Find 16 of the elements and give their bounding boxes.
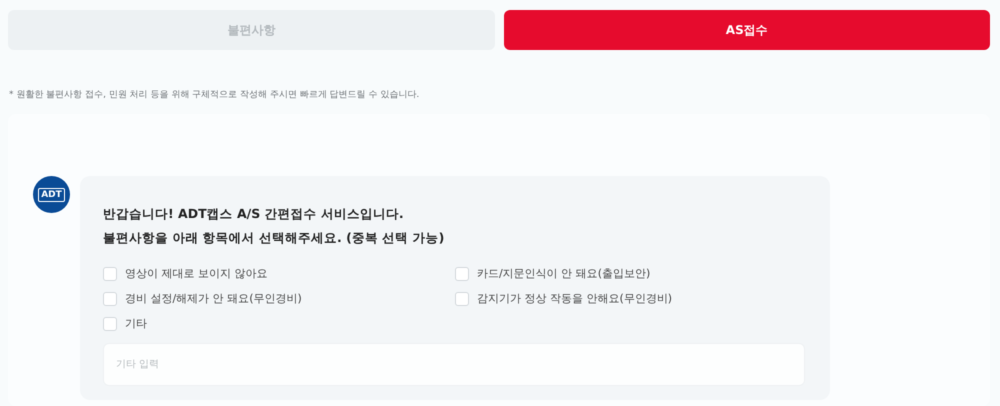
option-label: 카드/지문인식이 안 돼요(출입보안) [477,266,650,281]
logo: ADT [38,188,65,202]
checkbox[interactable] [103,292,117,306]
input-field[interactable]: 기타 입력 [103,343,805,386]
checkbox[interactable] [103,266,117,280]
option-label: 영상이 제대로 보이지 않아요 [125,266,268,281]
notice-text: * 원활한 불편사항 접수, 민원 처리 등을 위해 구체적으로 작성해 주시면 빠르게 답변드릴 수 있습니다. [8,89,420,101]
option-label: 경비 설정/해제가 안 돼요(무인경비) [125,291,302,306]
option-label: 기타 [125,316,147,331]
prompt-text: 불편사항을 아래 항목에서 선택해주세요. (중복 선택 가능) [103,229,446,247]
checkbox[interactable] [455,266,469,280]
tab[interactable]: AS접수 [504,10,990,50]
option-label: 감지기가 정상 작동을 안해요(무인경비) [477,291,672,306]
checkbox[interactable] [103,316,117,330]
greeting-text: 반갑습니다! ADT캡스 A/S 간편접수 서비스입니다. [103,205,405,223]
checkbox[interactable] [455,292,469,306]
